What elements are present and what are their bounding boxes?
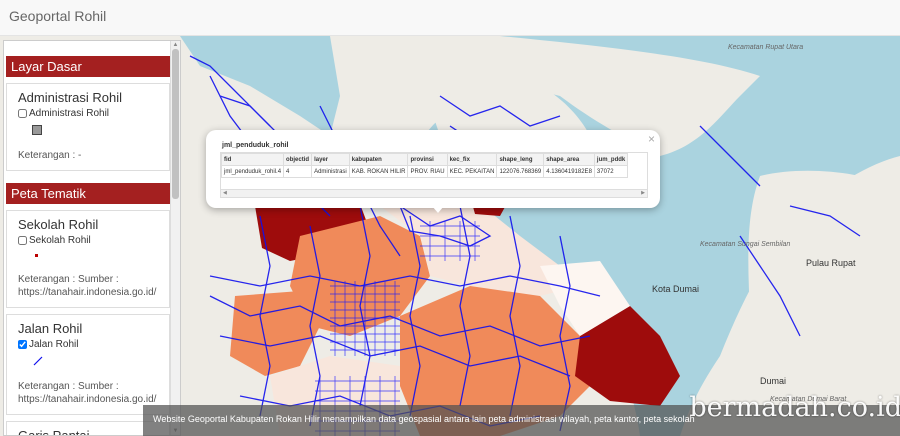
- section-layar-dasar: Layar Dasar: [6, 56, 170, 77]
- layer-title: Garis Pantai: [18, 428, 90, 436]
- column-header: fid: [221, 153, 285, 166]
- column-header: objectid: [283, 153, 313, 166]
- legend-line-icon: [33, 356, 43, 366]
- table-cell: jml_penduduk_rohil.4: [221, 165, 285, 178]
- checkbox-label: Sekolah Rohil: [29, 235, 91, 246]
- column-header: provinsi: [407, 153, 448, 166]
- app-title[interactable]: Geoportal Rohil: [9, 8, 106, 24]
- layer-title: Sekolah Rohil: [18, 217, 99, 232]
- watermark: bermadah.co.id: [689, 392, 900, 423]
- table-cell: 122076.768369: [496, 165, 545, 178]
- column-header: kec_fix: [446, 153, 498, 166]
- layer-note: Keterangan : -: [18, 150, 82, 161]
- table-horizontal-scrollbar[interactable]: ◀ ▶: [221, 189, 647, 197]
- layer-toggle-sekolah[interactable]: Sekolah Rohil: [18, 235, 161, 246]
- layer-panel-sekolah: Sekolah Rohil Sekolah Rohil Keterangan :…: [6, 210, 170, 308]
- layer-title: Administrasi Rohil: [18, 90, 123, 105]
- layer-note: Keterangan : Sumber : https://tanahair.i…: [18, 274, 157, 298]
- sidebar-content: Layar Dasar Administrasi Rohil Administr…: [4, 41, 172, 436]
- label-kota-dumai: Kota Dumai: [652, 284, 700, 294]
- column-header: jum_pddk: [593, 153, 629, 166]
- table-cell: 4: [283, 165, 313, 178]
- layer-panel-jalan: Jalan Rohil Jalan Rohil Keterangan : Sum…: [6, 314, 170, 415]
- checkbox-label: Administrasi Rohil: [29, 108, 110, 119]
- checkbox-label: Jalan Rohil: [29, 339, 79, 350]
- table-cell: PROV. RIAU: [407, 165, 448, 178]
- popup-title: jml_penduduk_rohil: [222, 142, 289, 149]
- column-header: shape_area: [543, 153, 595, 166]
- checkbox[interactable]: [18, 340, 27, 349]
- legend-polygon-icon: [32, 125, 42, 135]
- layer-note: Keterangan : Sumber : https://tanahair.i…: [18, 381, 157, 405]
- attribute-table: fid objectid layer kabupaten provinsi ke…: [220, 152, 648, 198]
- table-cell: KAB. ROKAN HILIR: [348, 165, 409, 178]
- table-header-row: fid objectid layer kabupaten provinsi ke…: [221, 153, 629, 166]
- label-sungai-sembilan: Kecamatan Sungai Sembilan: [700, 241, 791, 248]
- checkbox[interactable]: [18, 109, 27, 118]
- table-cell: 4.1360419182E8: [543, 165, 595, 178]
- layer-title: Jalan Rohil: [18, 321, 83, 336]
- table-row: jml_penduduk_rohil.4 4 Administrasi KAB.…: [221, 165, 629, 178]
- table-cell: Administrasi: [311, 165, 350, 178]
- layer-toggle-administrasi[interactable]: Administrasi Rohil: [18, 108, 161, 119]
- label-dumai: Dumai: [760, 376, 787, 386]
- table-cell: 37072: [593, 165, 629, 178]
- table-cell: KEC. PEKAITAN: [446, 165, 498, 178]
- label-pulau-rupat: Pulau Rupat: [806, 258, 856, 268]
- scroll-left-arrow-icon[interactable]: ◀: [223, 190, 227, 196]
- layer-toggle-jalan[interactable]: Jalan Rohil: [18, 339, 161, 350]
- sidebar-scrollbar[interactable]: ▲ ▼: [170, 41, 180, 435]
- legend-point-icon: [35, 254, 38, 257]
- layer-sidebar: Layar Dasar Administrasi Rohil Administr…: [3, 40, 181, 436]
- column-header: layer: [311, 153, 350, 166]
- popup-tip: [432, 206, 444, 213]
- section-peta-tematik: Peta Tematik: [6, 183, 170, 204]
- column-header: kabupaten: [348, 153, 409, 166]
- close-icon[interactable]: ×: [648, 132, 655, 146]
- feature-info-popup: × jml_penduduk_rohil fid objectid layer …: [206, 130, 660, 213]
- scroll-thumb[interactable]: [172, 49, 179, 199]
- footer-text: Website Geoportal Kabupaten Rokan Hilir …: [153, 414, 695, 424]
- label-rupat-utara: Kecamatan Rupat Utara: [728, 44, 804, 51]
- column-header: shape_leng: [496, 153, 545, 166]
- layer-panel-administrasi: Administrasi Rohil Administrasi Rohil Ke…: [6, 83, 170, 171]
- checkbox[interactable]: [18, 236, 27, 245]
- scroll-right-arrow-icon[interactable]: ▶: [641, 190, 645, 196]
- sea-west: [180, 36, 340, 136]
- top-navbar: Geoportal Rohil: [0, 0, 900, 36]
- scroll-up-arrow-icon[interactable]: ▲: [171, 41, 180, 49]
